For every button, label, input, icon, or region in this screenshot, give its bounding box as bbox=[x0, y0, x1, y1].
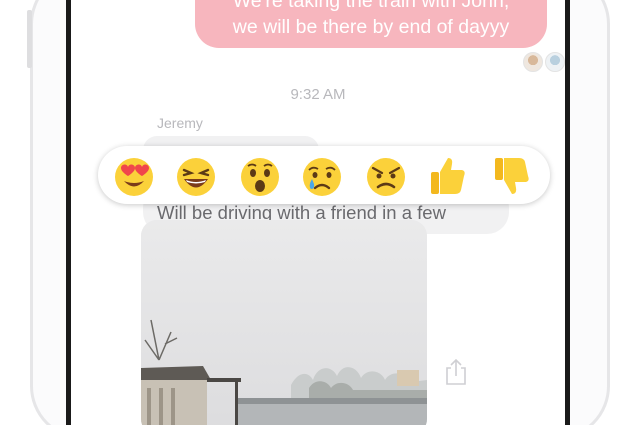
heart-eyes-icon[interactable] bbox=[112, 154, 156, 198]
reaction-picker bbox=[98, 146, 550, 204]
phone-side-button bbox=[27, 10, 32, 68]
share-icon[interactable] bbox=[443, 358, 469, 386]
outgoing-message-line1: We're taking the train with John, bbox=[232, 0, 510, 12]
outgoing-message-line2: we will be there by end of dayyy bbox=[232, 16, 510, 38]
read-receipt-avatar bbox=[523, 52, 543, 72]
sender-name: Jeremy bbox=[157, 115, 203, 131]
messenger-screen: We're taking the train with John, we wil… bbox=[66, 0, 570, 425]
message-timestamp: 9:32 AM bbox=[290, 86, 346, 103]
landscape-photo bbox=[141, 220, 427, 425]
outgoing-message-bubble[interactable]: We're taking the train with John, we wil… bbox=[195, 0, 547, 48]
photo-message[interactable] bbox=[141, 220, 427, 425]
wow-icon[interactable] bbox=[238, 154, 282, 198]
thumbs-up-icon[interactable] bbox=[426, 154, 470, 198]
angry-icon[interactable] bbox=[364, 154, 408, 198]
sad-icon[interactable] bbox=[300, 154, 344, 198]
laughing-icon[interactable] bbox=[174, 154, 218, 198]
read-receipt-avatar bbox=[545, 52, 565, 72]
thumbs-down-icon[interactable] bbox=[490, 154, 534, 198]
